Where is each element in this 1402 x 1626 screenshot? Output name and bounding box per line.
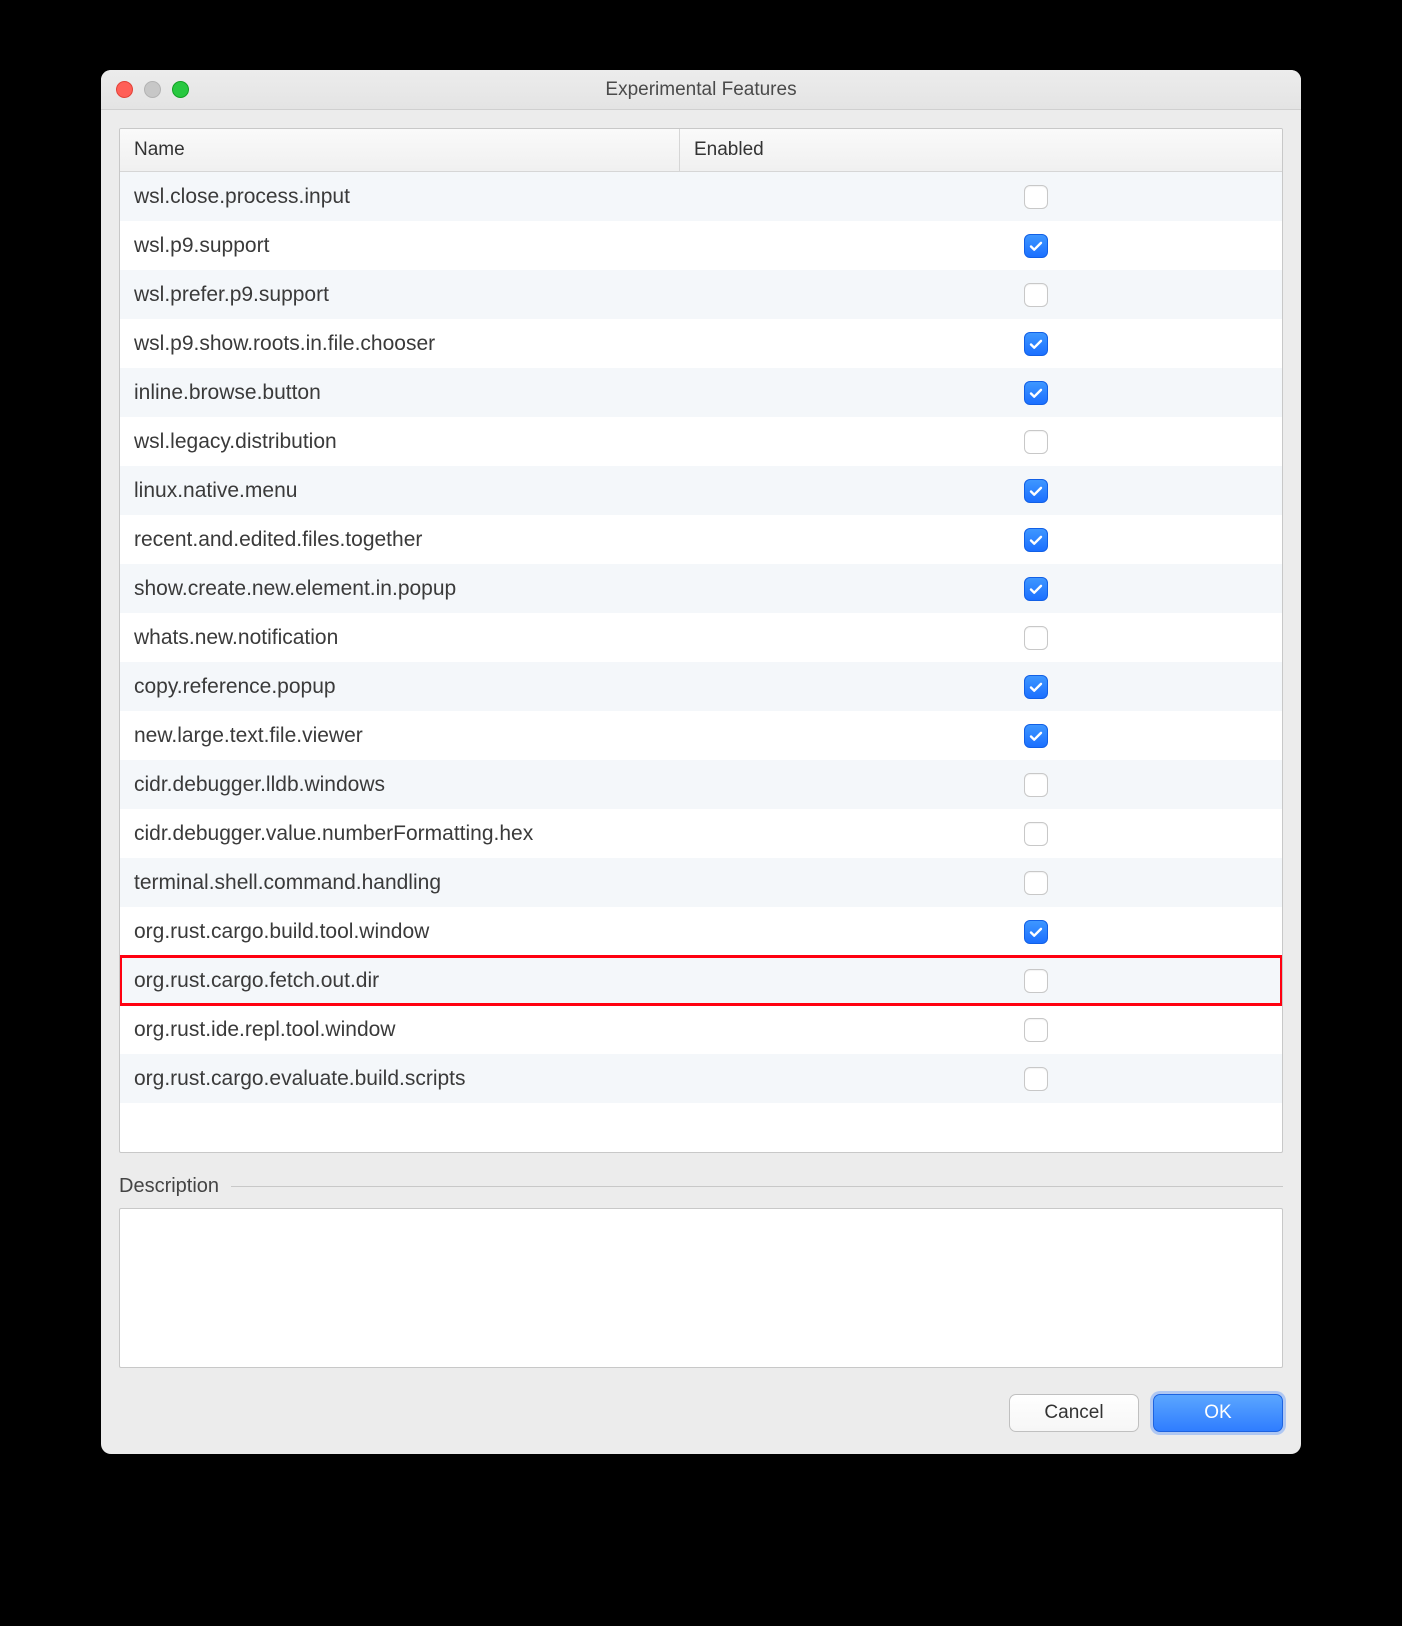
feature-name: wsl.p9.support — [134, 234, 968, 258]
table-header: Name Enabled — [120, 129, 1282, 172]
enabled-checkbox[interactable] — [1024, 479, 1048, 503]
minimize-icon — [144, 81, 161, 98]
table-row[interactable]: org.rust.cargo.build.tool.window — [120, 907, 1282, 956]
enabled-checkbox[interactable] — [1024, 381, 1048, 405]
table-row — [120, 1103, 1282, 1152]
enabled-cell — [968, 283, 1268, 307]
enabled-cell — [968, 675, 1268, 699]
enabled-cell — [968, 822, 1268, 846]
feature-name: whats.new.notification — [134, 626, 968, 650]
enabled-checkbox[interactable] — [1024, 283, 1048, 307]
enabled-cell — [968, 626, 1268, 650]
feature-name: recent.and.edited.files.together — [134, 528, 968, 552]
table-row[interactable]: org.rust.cargo.fetch.out.dir — [120, 956, 1282, 1005]
feature-name: org.rust.cargo.fetch.out.dir — [134, 969, 968, 993]
table-row[interactable]: org.rust.ide.repl.tool.window — [120, 1005, 1282, 1054]
features-table: Name Enabled wsl.close.process.inputwsl.… — [119, 128, 1283, 1153]
dialog-content: Name Enabled wsl.close.process.inputwsl.… — [101, 110, 1301, 1454]
enabled-cell — [968, 479, 1268, 503]
table-row[interactable]: cidr.debugger.lldb.windows — [120, 760, 1282, 809]
enabled-cell — [968, 577, 1268, 601]
enabled-cell — [968, 724, 1268, 748]
enabled-checkbox[interactable] — [1024, 871, 1048, 895]
titlebar: Experimental Features — [101, 70, 1301, 110]
zoom-icon[interactable] — [172, 81, 189, 98]
enabled-checkbox[interactable] — [1024, 773, 1048, 797]
feature-name: linux.native.menu — [134, 479, 968, 503]
feature-name: wsl.p9.show.roots.in.file.chooser — [134, 332, 968, 356]
enabled-cell — [968, 920, 1268, 944]
enabled-cell — [968, 381, 1268, 405]
table-row[interactable]: wsl.p9.support — [120, 221, 1282, 270]
enabled-checkbox[interactable] — [1024, 822, 1048, 846]
table-body: wsl.close.process.input wsl.p9.support wsl… — [120, 172, 1282, 1152]
feature-name: terminal.shell.command.handling — [134, 871, 968, 895]
table-row[interactable]: copy.reference.popup — [120, 662, 1282, 711]
enabled-checkbox[interactable] — [1024, 1018, 1048, 1042]
table-row[interactable]: wsl.legacy.distribution — [120, 417, 1282, 466]
table-row[interactable]: terminal.shell.command.handling — [120, 858, 1282, 907]
description-label: Description — [119, 1175, 219, 1198]
dialog-footer: Cancel OK — [119, 1394, 1283, 1432]
table-row[interactable]: wsl.p9.show.roots.in.file.chooser — [120, 319, 1282, 368]
table-row[interactable]: recent.and.edited.files.together — [120, 515, 1282, 564]
enabled-checkbox[interactable] — [1024, 1067, 1048, 1091]
enabled-checkbox[interactable] — [1024, 920, 1048, 944]
enabled-cell — [968, 185, 1268, 209]
feature-name: inline.browse.button — [134, 381, 968, 405]
feature-name: show.create.new.element.in.popup — [134, 577, 968, 601]
enabled-cell — [968, 969, 1268, 993]
table-row[interactable]: new.large.text.file.viewer — [120, 711, 1282, 760]
enabled-cell — [968, 1018, 1268, 1042]
enabled-checkbox[interactable] — [1024, 528, 1048, 552]
feature-name: org.rust.cargo.build.tool.window — [134, 920, 968, 944]
table-row[interactable]: wsl.prefer.p9.support — [120, 270, 1282, 319]
enabled-checkbox[interactable] — [1024, 185, 1048, 209]
enabled-cell — [968, 1067, 1268, 1091]
enabled-cell — [968, 871, 1268, 895]
enabled-cell — [968, 234, 1268, 258]
column-header-name[interactable]: Name — [120, 129, 680, 171]
window-title: Experimental Features — [101, 79, 1301, 101]
table-row[interactable]: org.rust.cargo.evaluate.build.scripts — [120, 1054, 1282, 1103]
table-row[interactable]: linux.native.menu — [120, 466, 1282, 515]
window-controls — [101, 81, 189, 98]
enabled-checkbox[interactable] — [1024, 626, 1048, 650]
feature-name: wsl.legacy.distribution — [134, 430, 968, 454]
close-icon[interactable] — [116, 81, 133, 98]
feature-name: wsl.close.process.input — [134, 185, 968, 209]
table-row[interactable]: show.create.new.element.in.popup — [120, 564, 1282, 613]
feature-name: copy.reference.popup — [134, 675, 968, 699]
cancel-button[interactable]: Cancel — [1009, 1394, 1139, 1432]
feature-name: cidr.debugger.lldb.windows — [134, 773, 968, 797]
feature-name: wsl.prefer.p9.support — [134, 283, 968, 307]
enabled-cell — [968, 430, 1268, 454]
enabled-checkbox[interactable] — [1024, 577, 1048, 601]
divider — [231, 1186, 1283, 1187]
enabled-checkbox[interactable] — [1024, 430, 1048, 454]
enabled-cell — [968, 332, 1268, 356]
description-section: Description — [119, 1175, 1283, 1368]
ok-button[interactable]: OK — [1153, 1394, 1283, 1432]
enabled-cell — [968, 528, 1268, 552]
feature-name: org.rust.cargo.evaluate.build.scripts — [134, 1067, 968, 1091]
table-row[interactable]: wsl.close.process.input — [120, 172, 1282, 221]
table-row[interactable]: inline.browse.button — [120, 368, 1282, 417]
column-header-enabled[interactable]: Enabled — [680, 129, 1282, 171]
table-row[interactable]: whats.new.notification — [120, 613, 1282, 662]
enabled-cell — [968, 773, 1268, 797]
description-box — [119, 1208, 1283, 1368]
enabled-checkbox[interactable] — [1024, 675, 1048, 699]
enabled-checkbox[interactable] — [1024, 332, 1048, 356]
experimental-features-dialog: Experimental Features Name Enabled wsl.c… — [101, 70, 1301, 1454]
enabled-checkbox[interactable] — [1024, 969, 1048, 993]
feature-name: new.large.text.file.viewer — [134, 724, 968, 748]
feature-name: cidr.debugger.value.numberFormatting.hex — [134, 822, 968, 846]
enabled-checkbox[interactable] — [1024, 234, 1048, 258]
enabled-checkbox[interactable] — [1024, 724, 1048, 748]
feature-name: org.rust.ide.repl.tool.window — [134, 1018, 968, 1042]
table-row[interactable]: cidr.debugger.value.numberFormatting.hex — [120, 809, 1282, 858]
